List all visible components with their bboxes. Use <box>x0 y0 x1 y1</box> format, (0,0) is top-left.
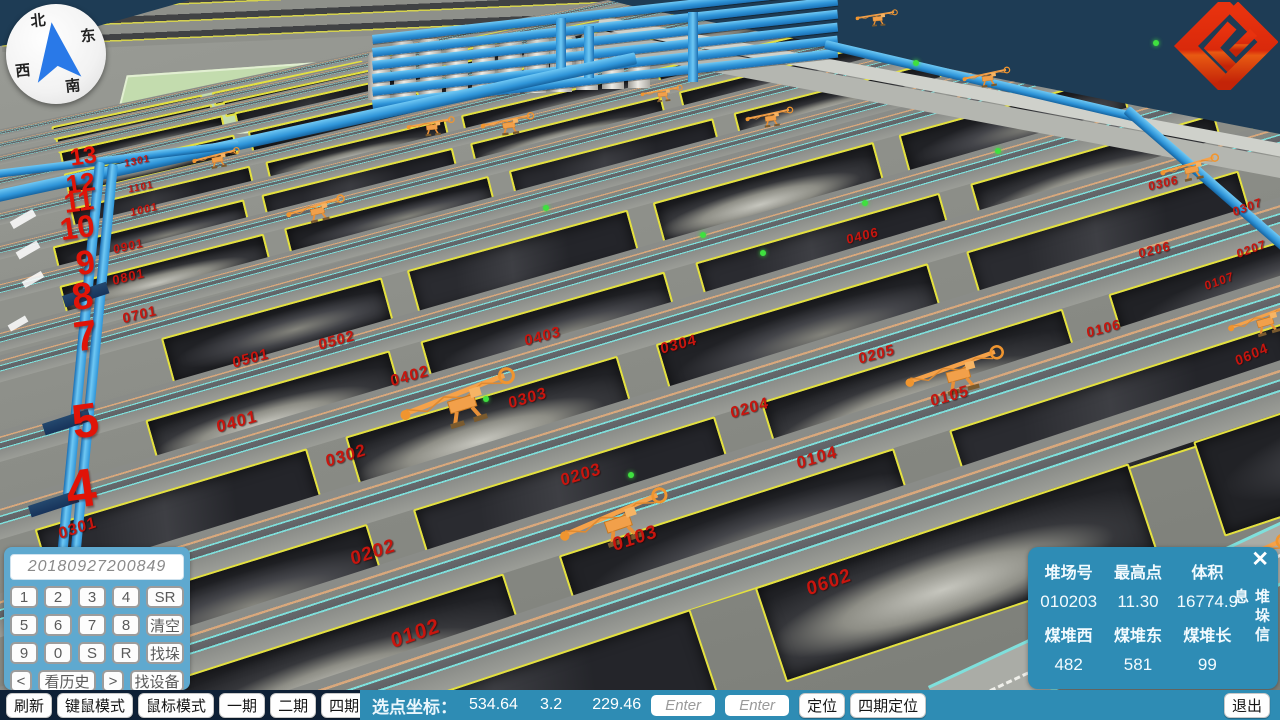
status-dot-green <box>483 396 489 402</box>
exit-button[interactable]: 退出 <box>1224 693 1270 718</box>
pile-east-header: 煤堆东 <box>1103 622 1172 646</box>
clear-button[interactable]: 清空 <box>146 614 184 636</box>
phase2-button[interactable]: 二期 <box>270 693 316 718</box>
coord-y-value: 3.2 <box>540 696 562 714</box>
coord-z-value: 229.46 <box>592 696 641 714</box>
mouse-mode-button[interactable]: 鼠标模式 <box>138 693 214 718</box>
phase1-button[interactable]: 一期 <box>219 693 265 718</box>
key-sr[interactable]: SR <box>146 586 184 608</box>
find-device-button[interactable]: 找设备 <box>130 670 184 692</box>
yard-no-header: 堆场号 <box>1034 559 1103 583</box>
key-8[interactable]: 8 <box>112 614 140 636</box>
key-0[interactable]: 0 <box>44 642 72 664</box>
close-icon[interactable]: ✕ <box>1251 549 1269 571</box>
status-dot-green <box>760 250 766 256</box>
key-2[interactable]: 2 <box>44 586 72 608</box>
silo-cylinder <box>527 35 549 71</box>
compass-rose[interactable]: 北 东 南 西 <box>6 4 106 104</box>
company-logo-icon <box>1172 2 1278 90</box>
pile-west-value: 482 <box>1034 655 1103 675</box>
find-pile-button[interactable]: 找垛 <box>146 642 184 664</box>
coord-x-value: 534.64 <box>469 696 518 714</box>
toolbar-right-section: 选点坐标： 534.64 3.2 229.46 Enter Enter 定位 四… <box>360 690 1280 720</box>
pile-west-header: 煤堆西 <box>1034 622 1103 646</box>
search-keypad-panel: 20180927200849 1 2 3 4 SR 5 6 7 8 清空 9 0… <box>4 547 190 690</box>
key-3[interactable]: 3 <box>78 586 106 608</box>
highest-point-header: 最高点 <box>1103 559 1172 583</box>
volume-header: 体积 <box>1173 559 1242 583</box>
coord-input-1[interactable]: Enter <box>651 695 715 716</box>
status-dot-green <box>700 232 706 238</box>
coord-input-2[interactable]: Enter <box>725 695 789 716</box>
status-dot-green <box>628 472 634 478</box>
status-dot-green <box>913 60 919 66</box>
key-mouse-mode-button[interactable]: 键鼠模式 <box>57 693 133 718</box>
toolbar-left-section: 刷新 键鼠模式 鼠标模式 一期 二期 四期 <box>0 690 360 720</box>
pile-info-panel: ✕ 堆场号 最高点 体积 010203 11.30 16774.9 煤堆西 煤堆… <box>1028 547 1278 689</box>
locate-button[interactable]: 定位 <box>799 693 845 718</box>
key-7[interactable]: 7 <box>78 614 106 636</box>
key-1[interactable]: 1 <box>10 586 38 608</box>
status-dot-green <box>862 200 868 206</box>
key-5[interactable]: 5 <box>10 614 38 636</box>
bottom-toolbar: 刷新 键鼠模式 鼠标模式 一期 二期 四期 选点坐标： 534.64 3.2 2… <box>0 690 1280 720</box>
pile-east-value: 581 <box>1103 655 1172 675</box>
highest-point-value: 11.30 <box>1103 592 1172 612</box>
key-6[interactable]: 6 <box>44 614 72 636</box>
refresh-button[interactable]: 刷新 <box>6 693 52 718</box>
compass-arrow-icon <box>28 18 84 90</box>
key-9[interactable]: 9 <box>10 642 38 664</box>
selected-point-label: 选点坐标： <box>372 693 457 718</box>
history-prev-button[interactable]: < <box>10 670 32 692</box>
row-number-label: 10 <box>58 210 96 245</box>
key-r[interactable]: R <box>112 642 140 664</box>
app-window: 1301110110010901080107010501050204010402… <box>0 0 1280 720</box>
yard-no-value: 010203 <box>1034 592 1103 612</box>
pile-info-side-label: 堆垛信息 <box>1230 588 1272 659</box>
phase4-locate-button[interactable]: 四期定位 <box>850 693 926 718</box>
key-4[interactable]: 4 <box>112 586 140 608</box>
conveyor-column <box>688 12 698 82</box>
view-history-button[interactable]: 看历史 <box>38 670 96 692</box>
pile-search-input[interactable]: 20180927200849 <box>10 554 184 580</box>
status-dot-green <box>543 205 549 211</box>
key-s[interactable]: S <box>78 642 106 664</box>
status-dot-green <box>995 148 1001 154</box>
history-next-button[interactable]: > <box>102 670 124 692</box>
status-dot-green <box>1153 40 1159 46</box>
stacker-reclaimer-icon[interactable] <box>854 8 901 34</box>
